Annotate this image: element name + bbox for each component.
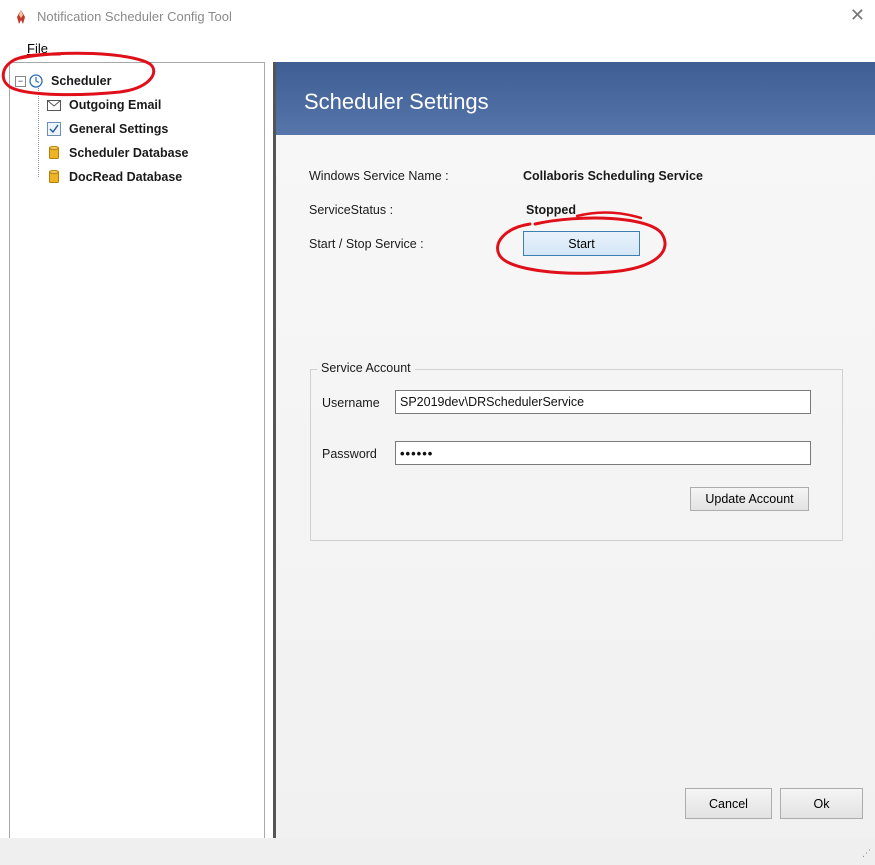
ok-button[interactable]: Ok	[780, 788, 863, 819]
close-icon[interactable]: ✕	[850, 5, 865, 26]
service-status-value: Stopped	[526, 203, 576, 217]
tree-item-label: General Settings	[69, 122, 169, 136]
tree-item-scheduler[interactable]: − Scheduler	[15, 71, 111, 91]
settings-content: Windows Service Name : Collaboris Schedu…	[276, 135, 875, 838]
password-label: Password	[322, 447, 377, 461]
tree-item-general-settings[interactable]: General Settings	[47, 119, 168, 139]
cancel-button[interactable]: Cancel	[685, 788, 772, 819]
tree-item-label: Scheduler	[51, 74, 112, 88]
password-input[interactable]: ••••••	[395, 441, 811, 465]
username-label: Username	[322, 396, 380, 410]
service-name-value: Collaboris Scheduling Service	[523, 169, 703, 183]
service-status-label: ServiceStatus :	[309, 203, 394, 217]
tree-item-label: Outgoing Email	[69, 98, 162, 112]
title-bar: Notification Scheduler Config Tool ✕	[0, 0, 875, 34]
update-account-button[interactable]: Update Account	[690, 487, 809, 511]
service-account-group: Service Account Username SP2019dev\DRSch…	[310, 361, 843, 541]
tree-item-docread-database[interactable]: DocRead Database	[47, 167, 182, 187]
database-icon	[47, 146, 61, 160]
tree-item-scheduler-database[interactable]: Scheduler Database	[47, 143, 189, 163]
start-service-button[interactable]: Start	[523, 231, 640, 256]
menu-bar: File	[0, 38, 875, 58]
panel-header: Scheduler Settings	[276, 62, 875, 135]
tree-item-outgoing-email[interactable]: Outgoing Email	[47, 95, 161, 115]
username-input[interactable]: SP2019dev\DRSchedulerService	[395, 390, 811, 414]
tree-item-label: Scheduler Database	[69, 146, 189, 160]
envelope-icon	[47, 98, 61, 112]
settings-panel: Scheduler Settings Windows Service Name …	[273, 62, 875, 838]
tree-item-label: DocRead Database	[69, 170, 183, 184]
tree-connector-line	[38, 85, 39, 177]
status-bar: ⋰	[0, 838, 875, 865]
menu-file[interactable]: File	[27, 41, 48, 56]
clock-icon	[29, 74, 43, 88]
window-title: Notification Scheduler Config Tool	[37, 9, 232, 24]
navigation-tree: − Scheduler Outgoing Email General Setti…	[9, 62, 265, 840]
start-stop-label: Start / Stop Service :	[309, 237, 424, 251]
checkbox-icon	[47, 122, 61, 136]
app-logo-icon	[17, 10, 25, 24]
group-title: Service Account	[317, 361, 415, 375]
resize-grip-icon[interactable]: ⋰	[862, 848, 871, 859]
panel-title: Scheduler Settings	[304, 89, 489, 114]
database-icon	[47, 170, 61, 184]
collapse-toggle-icon[interactable]: −	[15, 75, 26, 87]
service-name-label: Windows Service Name :	[309, 169, 449, 183]
